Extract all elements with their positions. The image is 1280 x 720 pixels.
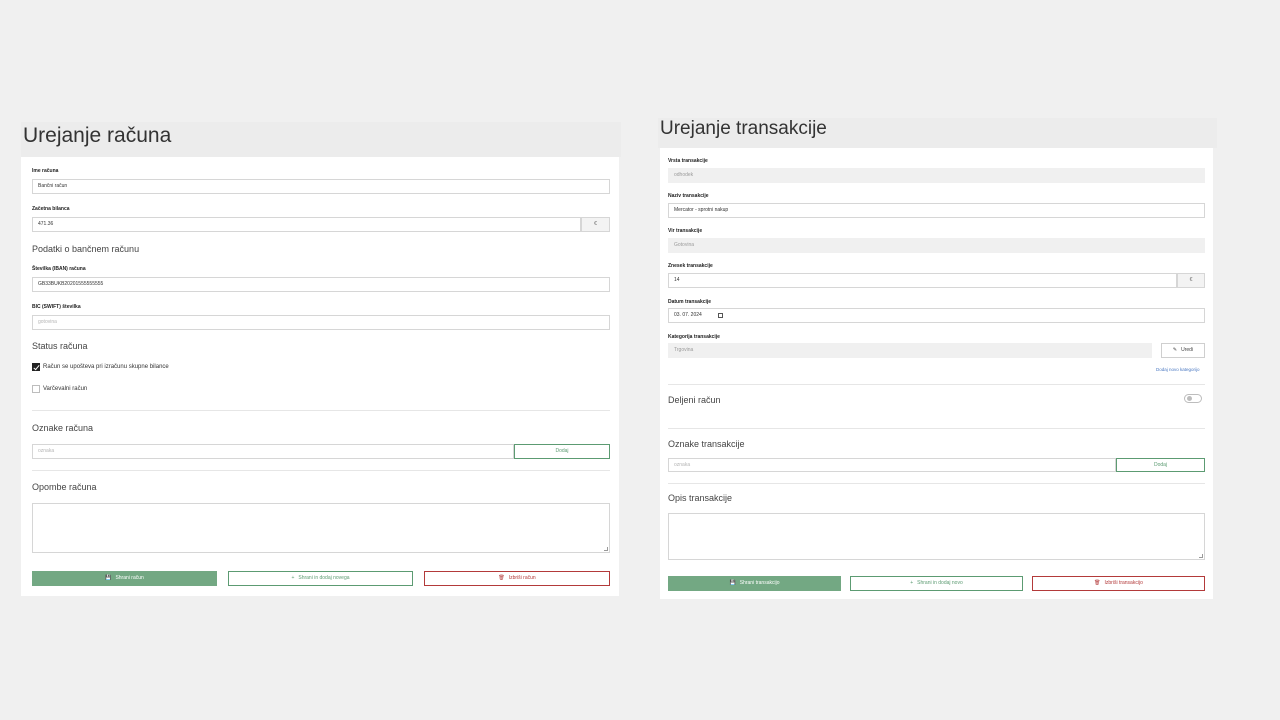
add-category-link[interactable]: Dodaj novo kategorijo bbox=[1156, 367, 1200, 372]
delete-account-button[interactable]: 🗑 Izbriši račun bbox=[424, 571, 610, 586]
bic-input[interactable]: gotovina bbox=[32, 315, 610, 330]
divider bbox=[668, 428, 1205, 429]
currency-addon: € bbox=[581, 217, 610, 232]
account-tags-heading: Oznake računa bbox=[32, 423, 94, 433]
transaction-type-field: odhodek bbox=[668, 168, 1205, 183]
divider bbox=[668, 483, 1205, 484]
resize-grip-icon[interactable] bbox=[1199, 554, 1203, 558]
plus-icon: + bbox=[291, 575, 295, 581]
currency-addon: € bbox=[1177, 273, 1205, 288]
divider bbox=[32, 470, 610, 471]
calendar-icon[interactable] bbox=[718, 313, 723, 318]
transaction-source-label: Vir transakcije bbox=[668, 228, 703, 234]
iban-input[interactable]: GB33BUKB20201555555555 bbox=[32, 277, 610, 292]
transaction-amount-input[interactable]: 14 bbox=[668, 273, 1177, 288]
transaction-tags-heading: Oznake transakcije bbox=[668, 439, 745, 449]
save-account-label: Shrani račun bbox=[115, 575, 144, 581]
add-tag-button[interactable]: Dodaj bbox=[1116, 458, 1205, 472]
floppy-disk-icon: 💾 bbox=[105, 575, 112, 581]
trash-icon: 🗑 bbox=[1094, 580, 1101, 586]
delete-transaction-label: Izbriši transakcijo bbox=[1104, 580, 1143, 586]
trash-icon: 🗑 bbox=[498, 575, 505, 581]
transaction-date-value: 03. 07. 2024 bbox=[674, 312, 702, 318]
account-tag-input[interactable]: oznaka bbox=[32, 444, 514, 459]
savings-account-label: Varčevalni račun bbox=[43, 386, 88, 392]
bank-details-heading: Podatki o bančnem računu bbox=[32, 244, 140, 254]
add-tag-button[interactable]: Dodaj bbox=[514, 444, 610, 459]
shared-account-heading: Deljeni račun bbox=[668, 395, 721, 405]
divider bbox=[32, 410, 610, 411]
transaction-date-input[interactable]: 03. 07. 2024 bbox=[668, 308, 1205, 323]
pencil-icon: ✎ bbox=[1172, 347, 1178, 353]
transaction-name-input[interactable]: Mercator - sprotni nakup bbox=[668, 203, 1205, 218]
account-name-label: Ime računa bbox=[32, 168, 59, 174]
delete-account-label: Izbriši račun bbox=[508, 575, 536, 581]
plus-icon: + bbox=[910, 580, 914, 586]
initial-balance-label: Začetna bilanca bbox=[32, 206, 70, 212]
save-and-new-label: Shrani in dodaj novega bbox=[298, 575, 350, 581]
save-transaction-label: Shrani transakcijo bbox=[739, 580, 780, 586]
transaction-form: Vrsta transakcije odhodek Naziv transakc… bbox=[660, 148, 1213, 599]
resize-grip-icon[interactable] bbox=[604, 547, 608, 551]
transaction-category-label: Kategorija transakcije bbox=[668, 334, 720, 340]
bic-placeholder: gotovina bbox=[38, 319, 57, 325]
divider bbox=[668, 384, 1205, 385]
shared-account-toggle[interactable] bbox=[1184, 394, 1202, 403]
account-notes-heading: Opombe računa bbox=[32, 482, 97, 492]
iban-label: Številka (IBAN) računa bbox=[32, 266, 86, 272]
transaction-name-label: Naziv transakcije bbox=[668, 193, 709, 199]
transaction-source-field: Gotovina bbox=[668, 238, 1205, 253]
initial-balance-input[interactable]: 471.36 bbox=[32, 217, 581, 232]
edit-category-label: Uredi bbox=[1181, 347, 1194, 353]
account-notes-textarea[interactable] bbox=[32, 503, 610, 553]
account-status-heading: Status računa bbox=[32, 341, 88, 351]
include-in-balance-label: Račun se upošteva pri izračunu skupne bi… bbox=[43, 364, 169, 370]
save-and-new-transaction-button[interactable]: + Shrani in dodaj novo bbox=[850, 576, 1023, 591]
transaction-tag-input[interactable]: oznaka bbox=[668, 458, 1116, 472]
save-and-new-account-button[interactable]: + Shrani in dodaj novega bbox=[228, 571, 413, 586]
account-edit-panel: Urejanje računa Ime računa Bančni račun … bbox=[21, 122, 621, 596]
page-title: Urejanje transakcije bbox=[660, 118, 827, 139]
transaction-edit-panel: Urejanje transakcije Vrsta transakcije o… bbox=[658, 118, 1217, 600]
bic-label: BIC (SWIFT) številka bbox=[32, 304, 81, 310]
account-header: Urejanje računa bbox=[21, 122, 621, 157]
page-title: Urejanje računa bbox=[23, 124, 172, 147]
delete-transaction-button[interactable]: 🗑 Izbriši transakcijo bbox=[1032, 576, 1205, 591]
account-form: Ime računa Bančni račun Začetna bilanca … bbox=[21, 157, 619, 596]
transaction-amount-label: Znesek transakcije bbox=[668, 263, 713, 269]
save-and-new-label: Shrani in dodaj novo bbox=[917, 580, 963, 586]
edit-category-button[interactable]: ✎ Uredi bbox=[1161, 343, 1205, 358]
floppy-disk-icon: 💾 bbox=[729, 580, 736, 586]
save-transaction-button[interactable]: 💾 Shrani transakcijo bbox=[668, 576, 841, 591]
transaction-description-textarea[interactable] bbox=[668, 513, 1205, 560]
transaction-description-heading: Opis transakcije bbox=[668, 493, 733, 503]
transaction-date-label: Datum transakcije bbox=[668, 299, 712, 305]
savings-account-checkbox[interactable] bbox=[32, 385, 40, 393]
save-account-button[interactable]: 💾 Shrani račun bbox=[32, 571, 217, 586]
transaction-category-field: Trgovina bbox=[668, 343, 1152, 358]
account-name-input[interactable]: Bančni račun bbox=[32, 179, 610, 194]
transaction-type-label: Vrsta transakcije bbox=[668, 158, 708, 164]
tag-placeholder: oznaka bbox=[38, 448, 55, 454]
tag-placeholder: oznaka bbox=[674, 462, 691, 468]
include-in-balance-checkbox[interactable] bbox=[32, 363, 40, 371]
transaction-header: Urejanje transakcije bbox=[658, 118, 1217, 148]
